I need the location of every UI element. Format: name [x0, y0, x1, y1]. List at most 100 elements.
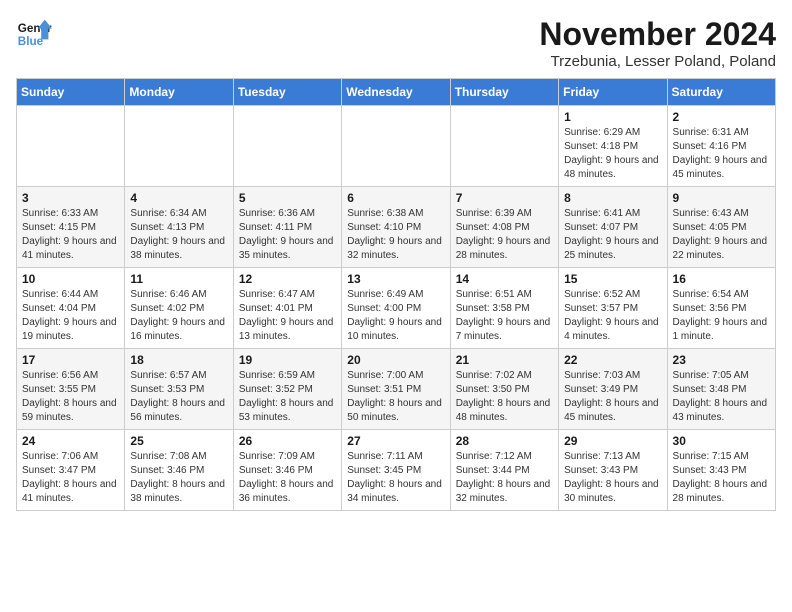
day-info: Sunrise: 6:47 AM Sunset: 4:01 PM Dayligh… [239, 288, 336, 344]
day-info: Sunrise: 6:56 AM Sunset: 3:55 PM Dayligh… [22, 369, 119, 425]
day-info: Sunrise: 6:41 AM Sunset: 4:07 PM Dayligh… [564, 207, 661, 263]
day-cell: 20 Sunrise: 7:00 AM Sunset: 3:51 PM Dayli… [342, 349, 450, 430]
header-saturday: Saturday [667, 79, 775, 106]
day-info: Sunrise: 7:12 AM Sunset: 3:44 PM Dayligh… [456, 450, 553, 506]
day-info: Sunrise: 6:44 AM Sunset: 4:04 PM Dayligh… [22, 288, 119, 344]
day-cell: 6 Sunrise: 6:38 AM Sunset: 4:10 PM Daylig… [342, 187, 450, 268]
day-number: 26 [239, 434, 336, 448]
week-row-4: 24 Sunrise: 7:06 AM Sunset: 3:47 PM Dayli… [17, 430, 776, 511]
day-number: 15 [564, 272, 661, 286]
day-info: Sunrise: 6:52 AM Sunset: 3:57 PM Dayligh… [564, 288, 661, 344]
day-number: 3 [22, 191, 119, 205]
day-cell: 30 Sunrise: 7:15 AM Sunset: 3:43 PM Dayli… [667, 430, 775, 511]
day-number: 28 [456, 434, 553, 448]
svg-text:Blue: Blue [18, 35, 44, 48]
day-info: Sunrise: 6:33 AM Sunset: 4:15 PM Dayligh… [22, 207, 119, 263]
day-cell: 23 Sunrise: 7:05 AM Sunset: 3:48 PM Dayli… [667, 349, 775, 430]
logo: General Blue [16, 16, 52, 52]
day-cell: 27Sunrise: 7:11 AM Sunset: 3:45 PM Dayli… [342, 430, 450, 511]
day-cell: 5Sunrise: 6:36 AM Sunset: 4:11 PM Daylig… [233, 187, 341, 268]
day-number: 29 [564, 434, 661, 448]
day-info: Sunrise: 7:00 AM Sunset: 3:51 PM Dayligh… [347, 369, 444, 425]
day-cell: 29 Sunrise: 7:13 AM Sunset: 3:43 PM Dayli… [559, 430, 667, 511]
day-cell: 21 Sunrise: 7:02 AM Sunset: 3:50 PM Dayli… [450, 349, 558, 430]
header-tuesday: Tuesday [233, 79, 341, 106]
day-cell [342, 106, 450, 187]
day-cell: 15 Sunrise: 6:52 AM Sunset: 3:57 PM Dayli… [559, 268, 667, 349]
day-number: 6 [347, 191, 444, 205]
day-cell: 4Sunrise: 6:34 AM Sunset: 4:13 PM Daylig… [125, 187, 233, 268]
day-info: Sunrise: 7:09 AM Sunset: 3:46 PM Dayligh… [239, 450, 336, 506]
day-cell: 1 Sunrise: 6:29 AM Sunset: 4:18 PM Daylig… [559, 106, 667, 187]
day-number: 23 [673, 353, 770, 367]
day-number: 30 [673, 434, 770, 448]
day-info: Sunrise: 6:51 AM Sunset: 3:58 PM Dayligh… [456, 288, 553, 344]
day-info: Sunrise: 7:06 AM Sunset: 3:47 PM Dayligh… [22, 450, 119, 506]
day-cell: 22 Sunrise: 7:03 AM Sunset: 3:49 PM Dayli… [559, 349, 667, 430]
day-info: Sunrise: 6:46 AM Sunset: 4:02 PM Dayligh… [130, 288, 227, 344]
day-info: Sunrise: 6:38 AM Sunset: 4:10 PM Dayligh… [347, 207, 444, 263]
day-info: Sunrise: 6:29 AM Sunset: 4:18 PM Dayligh… [564, 126, 661, 182]
day-number: 18 [130, 353, 227, 367]
day-info: Sunrise: 6:36 AM Sunset: 4:11 PM Dayligh… [239, 207, 336, 263]
day-info: Sunrise: 6:34 AM Sunset: 4:13 PM Dayligh… [130, 207, 227, 263]
day-info: Sunrise: 7:05 AM Sunset: 3:48 PM Dayligh… [673, 369, 770, 425]
day-cell [17, 106, 125, 187]
day-cell: 9 Sunrise: 6:43 AM Sunset: 4:05 PM Daylig… [667, 187, 775, 268]
day-cell: 10 Sunrise: 6:44 AM Sunset: 4:04 PM Dayli… [17, 268, 125, 349]
day-info: Sunrise: 7:03 AM Sunset: 3:49 PM Dayligh… [564, 369, 661, 425]
logo-icon: General Blue [16, 16, 52, 52]
week-row-1: 3 Sunrise: 6:33 AM Sunset: 4:15 PM Daylig… [17, 187, 776, 268]
week-row-0: 1 Sunrise: 6:29 AM Sunset: 4:18 PM Daylig… [17, 106, 776, 187]
day-number: 7 [456, 191, 553, 205]
page-header: General Blue November 2024 Trzebunia, Le… [16, 16, 776, 70]
day-number: 16 [673, 272, 770, 286]
day-number: 21 [456, 353, 553, 367]
day-cell: 18 Sunrise: 6:57 AM Sunset: 3:53 PM Dayli… [125, 349, 233, 430]
day-cell: 19Sunrise: 6:59 AM Sunset: 3:52 PM Dayli… [233, 349, 341, 430]
day-number: 8 [564, 191, 661, 205]
header-row: Sunday Monday Tuesday Wednesday Thursday… [17, 79, 776, 106]
week-row-2: 10 Sunrise: 6:44 AM Sunset: 4:04 PM Dayli… [17, 268, 776, 349]
day-number: 24 [22, 434, 119, 448]
location: Trzebunia, Lesser Poland, Poland [539, 53, 776, 70]
header-thursday: Thursday [450, 79, 558, 106]
day-number: 2 [673, 110, 770, 124]
day-info: Sunrise: 7:08 AM Sunset: 3:46 PM Dayligh… [130, 450, 227, 506]
day-info: Sunrise: 7:15 AM Sunset: 3:43 PM Dayligh… [673, 450, 770, 506]
day-number: 11 [130, 272, 227, 286]
day-cell [125, 106, 233, 187]
calendar-table: Sunday Monday Tuesday Wednesday Thursday… [16, 78, 776, 511]
day-cell: 13Sunrise: 6:49 AM Sunset: 4:00 PM Dayli… [342, 268, 450, 349]
header-sunday: Sunday [17, 79, 125, 106]
day-number: 17 [22, 353, 119, 367]
header-wednesday: Wednesday [342, 79, 450, 106]
day-info: Sunrise: 6:57 AM Sunset: 3:53 PM Dayligh… [130, 369, 227, 425]
day-number: 27 [347, 434, 444, 448]
day-number: 1 [564, 110, 661, 124]
title-block: November 2024 Trzebunia, Lesser Poland, … [539, 16, 776, 70]
day-info: Sunrise: 7:13 AM Sunset: 3:43 PM Dayligh… [564, 450, 661, 506]
day-number: 10 [22, 272, 119, 286]
day-cell [233, 106, 341, 187]
day-info: Sunrise: 6:49 AM Sunset: 4:00 PM Dayligh… [347, 288, 444, 344]
day-number: 14 [456, 272, 553, 286]
header-monday: Monday [125, 79, 233, 106]
week-row-3: 17 Sunrise: 6:56 AM Sunset: 3:55 PM Dayli… [17, 349, 776, 430]
day-cell: 2 Sunrise: 6:31 AM Sunset: 4:16 PM Daylig… [667, 106, 775, 187]
day-number: 12 [239, 272, 336, 286]
day-cell: 28 Sunrise: 7:12 AM Sunset: 3:44 PM Dayli… [450, 430, 558, 511]
day-cell: 14 Sunrise: 6:51 AM Sunset: 3:58 PM Dayli… [450, 268, 558, 349]
day-info: Sunrise: 6:43 AM Sunset: 4:05 PM Dayligh… [673, 207, 770, 263]
day-number: 9 [673, 191, 770, 205]
day-number: 20 [347, 353, 444, 367]
day-cell: 26 Sunrise: 7:09 AM Sunset: 3:46 PM Dayli… [233, 430, 341, 511]
day-number: 22 [564, 353, 661, 367]
month-title: November 2024 [539, 16, 776, 53]
day-info: Sunrise: 6:54 AM Sunset: 3:56 PM Dayligh… [673, 288, 770, 344]
day-info: Sunrise: 7:02 AM Sunset: 3:50 PM Dayligh… [456, 369, 553, 425]
day-info: Sunrise: 6:31 AM Sunset: 4:16 PM Dayligh… [673, 126, 770, 182]
day-cell [450, 106, 558, 187]
day-cell: 8 Sunrise: 6:41 AM Sunset: 4:07 PM Daylig… [559, 187, 667, 268]
day-cell: 16 Sunrise: 6:54 AM Sunset: 3:56 PM Dayli… [667, 268, 775, 349]
